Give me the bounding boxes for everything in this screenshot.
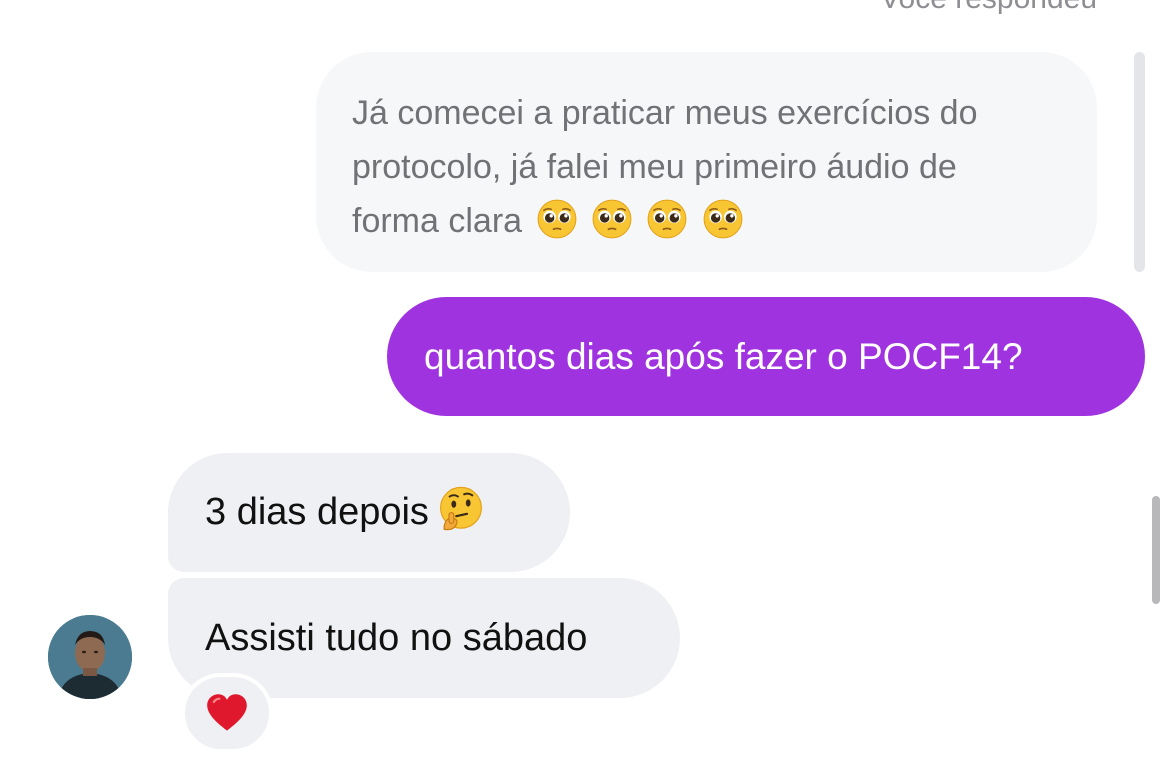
avatar[interactable]	[48, 615, 132, 699]
quoted-reply-bubble[interactable]: Já comecei a praticar meus exercícios do…	[316, 52, 1097, 272]
quoted-line-3: forma clara	[352, 202, 523, 240]
pleading-face-icon	[702, 198, 744, 240]
received-message-text: Assisti tudo no sábado	[205, 616, 588, 659]
red-heart-icon	[207, 694, 247, 731]
quoted-line-1: Já comecei a praticar meus exercícios do	[352, 94, 978, 132]
profile-photo	[48, 615, 132, 699]
pleading-face-icon	[591, 198, 633, 240]
scrollbar[interactable]	[1152, 496, 1160, 604]
sent-message-bubble[interactable]: quantos dias após fazer o POCF14?	[387, 297, 1145, 416]
pleading-face-icon	[646, 198, 688, 240]
received-message-text: 3 dias depois	[205, 491, 429, 533]
thinking-face-icon	[437, 485, 485, 533]
sent-message-text: quantos dias após fazer o POCF14?	[424, 335, 1023, 377]
pleading-face-icon	[536, 198, 578, 240]
quoted-line-2: protocolo, já falei meu primeiro áudio d…	[352, 148, 957, 186]
reply-caption: Você respondeu	[880, 0, 1097, 16]
message-reaction[interactable]	[181, 673, 273, 753]
received-message-bubble[interactable]: 3 dias depois	[168, 453, 570, 572]
chat-screen: Você respondeu Já comecei a praticar meu…	[0, 0, 1170, 781]
quote-indicator-bar	[1134, 52, 1145, 272]
quoted-message-text: Já comecei a praticar meus exercícios do…	[352, 86, 1061, 248]
